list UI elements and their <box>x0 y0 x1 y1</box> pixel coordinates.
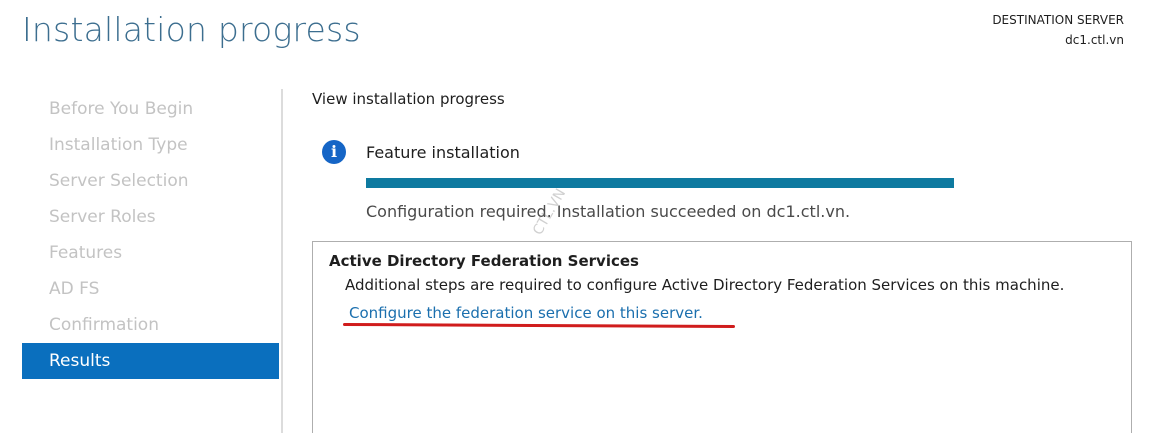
installation-status-text: Configuration required. Installation suc… <box>366 202 851 221</box>
feature-installation-label: Feature installation <box>366 142 520 162</box>
feature-installation-row: i Feature installation <box>322 140 520 164</box>
results-box: Active Directory Federation Services Add… <box>312 241 1132 433</box>
sidebar-item-server-selection[interactable]: Server Selection <box>22 163 279 199</box>
progress-bar-fill <box>366 178 954 188</box>
result-description: Additional steps are required to configu… <box>345 276 1065 294</box>
main-content: View installation progress i Feature ins… <box>312 90 1142 433</box>
sidebar-divider <box>281 89 283 433</box>
section-heading: View installation progress <box>312 90 505 108</box>
destination-server-value: dc1.ctl.vn <box>1065 33 1124 47</box>
installation-progress-page: Installation progress DESTINATION SERVER… <box>0 0 1168 433</box>
sidebar-item-results[interactable]: Results <box>22 343 279 379</box>
wizard-sidebar: Before You Begin Installation Type Serve… <box>22 91 279 379</box>
configure-federation-service-link[interactable]: Configure the federation service on this… <box>349 304 703 322</box>
destination-server: DESTINATION SERVER dc1.ctl.vn <box>992 10 1124 50</box>
sidebar-item-confirmation[interactable]: Confirmation <box>22 307 279 343</box>
sidebar-item-features[interactable]: Features <box>22 235 279 271</box>
sidebar-item-before-you-begin[interactable]: Before You Begin <box>22 91 279 127</box>
sidebar-item-ad-fs[interactable]: AD FS <box>22 271 279 307</box>
sidebar-item-installation-type[interactable]: Installation Type <box>22 127 279 163</box>
sidebar-item-server-roles[interactable]: Server Roles <box>22 199 279 235</box>
destination-server-label: DESTINATION SERVER <box>992 13 1124 27</box>
info-icon: i <box>322 140 346 164</box>
installation-progress-bar <box>366 178 954 188</box>
page-title: Installation progress <box>22 10 361 49</box>
result-title: Active Directory Federation Services <box>329 252 639 270</box>
red-underline-annotation <box>342 322 736 329</box>
